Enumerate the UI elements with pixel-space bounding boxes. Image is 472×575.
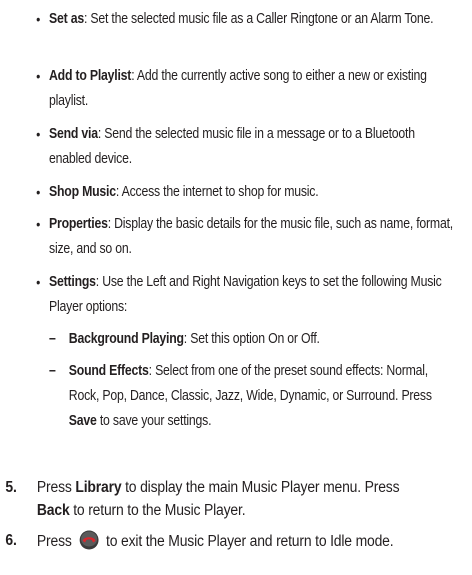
step-5: 5. Press Library to display the main Mus… xyxy=(0,477,433,522)
bullet-marker: • xyxy=(36,216,41,232)
settings-sub-list: – Background Playing: Set this option On… xyxy=(49,327,458,434)
sub-option-sound-effects: – Sound Effects: Select from one of the … xyxy=(49,359,458,434)
step-text: to display the main Music Player menu. P… xyxy=(121,479,400,496)
option-add-to-playlist: • Add to Playlist: Add the currently act… xyxy=(0,64,458,114)
option-term: Set as xyxy=(49,11,84,27)
step-text: Press xyxy=(36,533,76,550)
library-key-label: Library xyxy=(75,479,122,496)
step-text: to return to the Music Player. xyxy=(69,501,246,519)
dash-marker: – xyxy=(49,363,56,379)
option-term: Shop Music xyxy=(49,184,116,200)
option-properties: • Properties: Display the basic details … xyxy=(0,212,458,262)
step-text: to exit the Music Player and return to I… xyxy=(102,533,394,550)
option-text: : Use the Left and Right Navigation keys… xyxy=(49,274,442,315)
back-key-label: Back xyxy=(36,501,70,519)
sub-option-text: : Set this option On or Off. xyxy=(183,331,320,347)
sub-option-term: Background Playing xyxy=(68,331,184,347)
bullet-marker: • xyxy=(36,184,41,200)
bullet-marker: • xyxy=(36,274,41,290)
option-text: : Display the basic details for the musi… xyxy=(49,216,453,257)
option-shop-music: • Shop Music: Access the internet to sho… xyxy=(0,180,458,205)
sub-option-term: Sound Effects xyxy=(68,363,149,379)
option-term: Settings xyxy=(49,274,96,290)
option-text: : Access the internet to shop for music. xyxy=(115,184,319,200)
dash-marker: – xyxy=(49,331,56,347)
option-settings: • Settings: Use the Left and Right Navig… xyxy=(0,270,458,434)
option-term: Add to Playlist xyxy=(49,68,132,84)
step-text: Press xyxy=(36,479,76,496)
step-number: 6. xyxy=(5,532,17,549)
option-text: : Set the selected music file as a Calle… xyxy=(83,11,434,27)
bullet-marker: • xyxy=(36,68,41,84)
bullet-marker: • xyxy=(36,11,41,27)
sub-option-background-playing: – Background Playing: Set this option On… xyxy=(49,327,458,352)
option-text: : Send the selected music file in a mess… xyxy=(49,126,415,167)
bullet-marker: • xyxy=(36,126,41,142)
option-send-via: • Send via: Send the selected music file… xyxy=(0,122,458,172)
option-term: Properties xyxy=(49,216,108,232)
option-term: Send via xyxy=(49,126,98,142)
save-key-label: Save xyxy=(68,413,97,429)
step-6: 6. Press to exit the Music Player and re… xyxy=(0,530,433,558)
end-call-key-icon xyxy=(79,530,99,558)
option-set-as: • Set as: Set the selected music file as… xyxy=(0,7,458,57)
sub-option-tail: to save your settings. xyxy=(96,413,212,429)
manual-page: • Set as: Set the selected music file as… xyxy=(0,0,472,575)
step-number: 5. xyxy=(5,479,17,496)
